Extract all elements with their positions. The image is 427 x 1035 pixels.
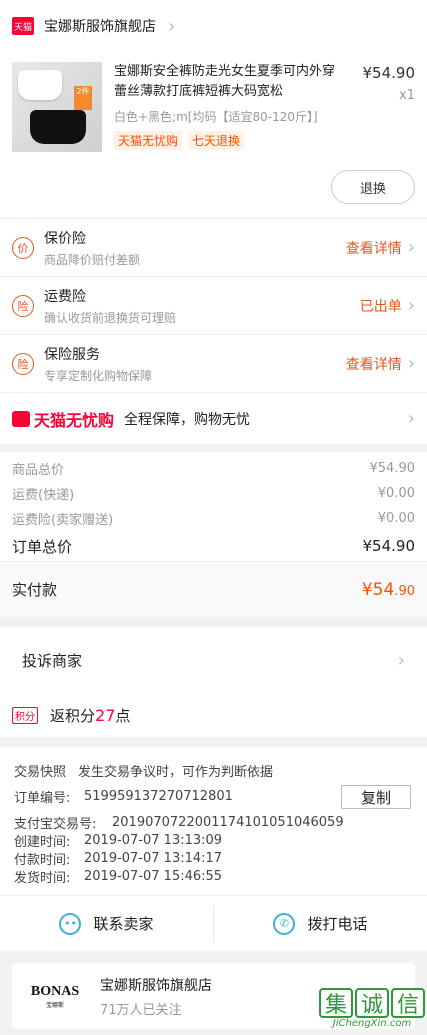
price-summary: 商品总价 ¥54.90 运费(快递) ¥0.00 运费险(卖家赠送) ¥0.00… [0,444,427,561]
contact-seller-button[interactable]: •• 联系卖家 [0,896,213,951]
insurance-title: 保价险 [44,230,86,247]
complain-merchant-row[interactable]: 投诉商家 › [0,627,427,693]
contact-bar: •• 联系卖家 ✆ 拨打电话 [0,895,427,951]
insurance-icon: 险 [12,352,34,375]
order-total-value: ¥54.90 [362,537,416,555]
summary-label: 商品总价 [12,463,65,478]
complain-label: 投诉商家 [22,651,83,670]
product-quantity: x1 [399,88,415,103]
create-time-row: 创建时间: 2019-07-07 13:13:09 [14,831,413,850]
points-text: 返积分27点 [50,705,131,725]
info-key: 支付宝交易号: [14,816,97,832]
order-info: 交易快照 发生交易争议时，可作为判断依据 订单编号: 5199591372707… [0,747,427,895]
black-shorts-image [30,110,86,144]
watermark-char: 集 [319,988,353,1018]
shop-card-name: 宝娜斯服饰旗舰店 [100,977,212,994]
product-item[interactable]: 2件 宝娜斯安全裤防走光女生夏季可内外穿蕾丝薄款打底裤短裤大码宽松 白色+黑色;… [0,52,427,218]
watermark-char: 信 [391,988,425,1018]
paid-row: 实付款 ¥54.90 [0,561,427,617]
insurance-row-shipping[interactable]: 险 运费险 确认收货前退换货可理赔 已出单 › [0,276,427,334]
snapshot-label: 交易快照 [14,764,67,780]
insurance-icon: 险 [12,294,34,317]
paid-label: 实付款 [12,581,58,599]
chat-icon: •• [59,912,82,935]
points-icon: 积分 [12,706,38,724]
points-row: 积分 返积分27点 [0,693,427,737]
summary-label: 运费(快递) [12,488,75,503]
copy-button[interactable]: 复制 [341,785,411,809]
insurance-subtitle: 专享定制化购物保障 [44,368,153,383]
chevron-right-icon: › [407,237,415,258]
pay-time: 2019-07-07 13:14:17 [84,850,223,866]
brand-logo: BONAS 宝娜斯 [30,983,80,1009]
insurance-subtitle: 确认收货前退换货可理赔 [44,310,177,325]
contact-seller-label: 联系卖家 [93,915,154,933]
ship-time-row: 发货时间: 2019-07-07 15:46:55 [14,867,413,886]
insurance-subtitle: 商品降价赔付差额 [44,252,141,267]
info-key: 订单编号: [14,790,71,806]
service-tag: 七天退换 [188,131,245,150]
alipay-number: 2019070722001174101051046059 [112,814,344,830]
snapshot-desc: 发生交易争议时，可作为判断依据 [78,764,274,780]
service-tag: 天猫无忧购 [114,131,183,150]
chevron-right-icon: › [397,649,405,671]
ship-time: 2019-07-07 15:46:55 [84,868,223,884]
create-time: 2019-07-07 13:13:09 [84,832,223,848]
product-title: 宝娜斯安全裤防走光女生夏季可内外穿蕾丝薄款打底裤短裤大码宽松 [114,64,336,99]
shop-header[interactable]: 天猫 宝娜斯服饰旗舰店 › [0,0,427,52]
watermark-char: 诚 [355,988,389,1018]
summary-line: 运费(快递) ¥0.00 [12,481,415,506]
summary-value: ¥0.00 [377,486,415,501]
summary-label: 运费险(卖家赠送) [12,513,114,528]
price-protect-icon: 价 [12,236,34,259]
insurance-section: 价 保价险 商品降价赔付差额 查看详情 › 险 运费险 确认收货前退换货可理赔 … [0,218,427,444]
chevron-right-icon: › [407,353,415,374]
chevron-right-icon: › [407,408,415,429]
chevron-right-icon: › [168,15,176,37]
summary-line: 商品总价 ¥54.90 [12,456,415,481]
thumb-tag: 2件 [74,86,92,110]
insurance-row-price-protection[interactable]: 价 保价险 商品降价赔付差额 查看详情 › [0,218,427,276]
complain-section: 投诉商家 › 积分 返积分27点 [0,627,427,737]
wuyou-logo-text: 天猫无忧购 [34,410,115,430]
phone-icon: ✆ [273,912,296,935]
insurance-action[interactable]: 查看详情 [346,354,402,374]
order-total-label: 订单总价 [12,537,73,556]
watermark-url: JiChengXin.com [332,1018,412,1029]
info-key: 付款时间: [14,852,71,868]
wuyou-text: 全程保障，购物无忧 [124,411,251,428]
shop-name: 宝娜斯服饰旗舰店 [44,19,156,35]
refund-button[interactable]: 退换 [331,170,415,204]
call-phone-button[interactable]: ✆ 拨打电话 [214,896,427,951]
info-key: 创建时间: [14,834,71,850]
watermark: 集 诚 信 JiChengXin.com [319,988,425,1029]
summary-value: ¥54.90 [369,461,416,476]
info-key: 发货时间: [14,870,71,886]
insurance-row-service[interactable]: 险 保险服务 专享定制化购物保障 查看详情 › [0,334,427,392]
alipay-number-row: 支付宝交易号: 2019070722001174101051046059 [14,813,413,832]
tmall-wuyou-row[interactable]: 天猫无忧购 全程保障，购物无忧 › [0,392,427,444]
shop-card-followers: 71万人已关注 [100,1002,182,1018]
summary-line: 运费险(卖家赠送) ¥0.00 [12,506,415,531]
paid-amount: ¥54.90 [361,579,415,600]
chevron-right-icon: › [407,295,415,316]
tmall-wuyou-logo: 天猫无忧购 [12,407,114,431]
product-price: ¥54.90 [362,64,416,82]
insurance-title: 保险服务 [44,346,100,363]
trade-snapshot-row[interactable]: 交易快照 发生交易争议时，可作为判断依据 [14,757,413,783]
product-thumbnail[interactable]: 2件 [12,62,102,152]
white-shorts-image [18,70,62,100]
summary-value: ¥0.00 [377,511,415,526]
pay-time-row: 付款时间: 2019-07-07 13:14:17 [14,849,413,868]
shopping-bag-icon [12,410,30,427]
call-phone-label: 拨打电话 [307,915,368,933]
tmall-icon: 天猫 [12,17,34,35]
insurance-action[interactable]: 查看详情 [346,238,402,258]
insurance-title: 运费险 [44,288,86,305]
product-sku: 白色+黑色;m[均码【适宜80-120斤】] [114,110,318,124]
order-number: 519959137270712801 [84,788,233,804]
insurance-action[interactable]: 已出单 [360,296,402,316]
order-total: 订单总价 ¥54.90 [12,531,415,561]
